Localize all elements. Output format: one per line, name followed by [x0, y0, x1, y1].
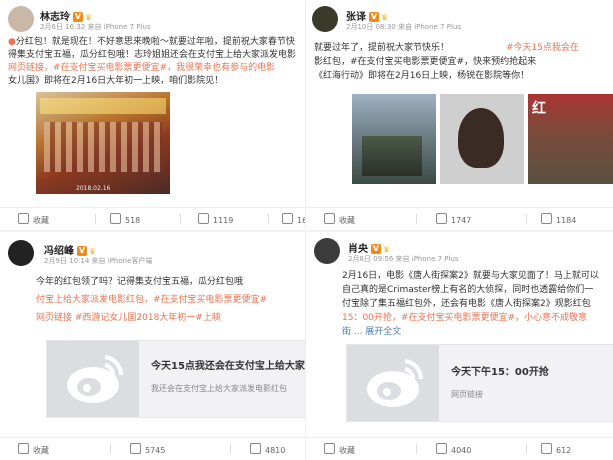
footer-divider [180, 214, 181, 224]
comment-icon [541, 443, 552, 454]
post-meta: 2月9日 10:14 来自 iPhone客户端 [44, 257, 153, 265]
post-card-zhangyi: 张译 V ♛ 2月10日 08:30 来自 iPhone 7 Plus 就要过年了，… [306, 0, 613, 230]
post-footer: 收藏 1747 1184 [306, 207, 613, 230]
post-topic-link[interactable]: #今天15点我会在 [506, 42, 579, 55]
like-button[interactable]: 4810 [250, 443, 285, 455]
share-button[interactable]: 1747 [436, 213, 471, 225]
user-name[interactable]: 张译 V ♛ [346, 8, 388, 23]
post-footer: 收藏 5745 4810 [0, 437, 305, 460]
post-meta: 2月10日 08:30 来自 iPhone 7 Plus [346, 23, 461, 31]
footer-divider [110, 444, 111, 454]
vip-badge-icon: V [369, 12, 379, 22]
share-button[interactable]: 4040 [436, 443, 471, 455]
share-icon [436, 443, 447, 454]
poster-title-art: 红 [532, 101, 546, 117]
post-text-line-2[interactable]: 付宝上给大家派发电影红包，#在支付宝买电影票更便宜# [36, 294, 267, 307]
post-card-xiaoyang: 肖央 V ♛ 2月8日 09:56 来自 iPhone 7 Plus 2月16日，电… [306, 232, 613, 460]
post-text-line-4[interactable]: 15：00开抢，#在支付宝买电影票更便宜#，小心意不成敬意 [342, 312, 587, 325]
link-card-subtitle: 网页链接 [451, 390, 483, 399]
footer-divider [526, 214, 527, 224]
thumbs-up-icon [282, 213, 293, 224]
favorite-button[interactable]: 收藏 [18, 213, 49, 226]
comment-button[interactable]: 612 [541, 443, 571, 455]
post-text-line-3: 《红海行动》即将在2月16日上映，杨锐在影院等你！ [314, 71, 530, 81]
post-text-line-3[interactable]: 网页链接，#在支付宝买电影票更便宜#，我很荣幸也有参与的电影 [8, 62, 275, 75]
movie-still-3[interactable]: 红 [528, 94, 613, 184]
star-icon [324, 213, 335, 224]
post-card-fengshaofeng: 冯绍峰 V ♛ 2月9日 10:14 来自 iPhone客户端 今年的红包领了吗？记… [0, 232, 305, 460]
movie-poster-photo[interactable]: 2018.02.16 [36, 92, 170, 194]
avatar[interactable] [312, 6, 338, 32]
post-text-line-1: 2月16日，电影《唐人街探案2》就要与大家见面了！马上就可以 [342, 271, 599, 281]
favorite-button[interactable]: 收藏 [324, 213, 355, 226]
link-card-title: 今天15点我还会在支付宝上给大家 [151, 361, 305, 372]
user-name[interactable]: 林志玲 V ♛ [40, 8, 92, 23]
link-preview-card[interactable]: 今天下午15：00开抢 网页链接 [346, 344, 613, 422]
post-text-line-2: 自己真的是Crimaster榜上有名的大侦探，同时也透露给你们一 [342, 285, 594, 295]
weibo-logo-icon [47, 341, 139, 417]
movie-still-1[interactable] [352, 94, 436, 184]
share-button[interactable]: 518 [110, 213, 140, 225]
link-card-subtitle: 我还会在支付宝上给大家派发电影红包 [151, 384, 287, 393]
post-text-line-4: 女儿国》即将在2月16日大年初一上映，咱们影院见！ [8, 76, 224, 86]
user-name[interactable]: 肖央 V ♛ [348, 240, 390, 255]
weibo-collage: 林志玲 V ♛ 2月6日 16:32 来自 iPhone 7 Plus ●分红包！就… [0, 0, 613, 460]
crown-icon: ♛ [85, 13, 93, 22]
crown-icon: ♛ [89, 247, 97, 256]
user-name[interactable]: 冯绍峰 V ♛ [44, 242, 96, 257]
avatar[interactable] [8, 6, 34, 32]
post-text-line-2: 影红包，#在支付宝买电影票更便宜#，快来预约抢起来 [314, 57, 537, 67]
post-footer: 收藏 4040 612 [306, 437, 613, 460]
red-packet-icon: ● [8, 37, 16, 47]
footer-divider [526, 444, 527, 454]
post-text-line-3: 付宝除了集五福红包外，还会有电影《唐人街探案2》观影红包 [342, 299, 591, 309]
footer-divider [416, 444, 417, 454]
crown-icon: ♛ [381, 13, 389, 22]
comment-button[interactable]: 1184 [541, 213, 576, 225]
footer-divider [268, 214, 269, 224]
star-icon [18, 213, 29, 224]
share-icon [436, 213, 447, 224]
thumbs-up-icon [250, 443, 261, 454]
post-card-linzhiling: 林志玲 V ♛ 2月6日 16:32 来自 iPhone 7 Plus ●分红包！就… [0, 0, 305, 230]
weibo-logo-icon [347, 345, 439, 421]
vip-badge-icon: V [77, 246, 87, 256]
link-card-title: 今天下午15：00开抢 [451, 367, 549, 378]
footer-divider [230, 444, 231, 454]
footer-divider [416, 214, 417, 224]
link-preview-card[interactable]: 今天15点我还会在支付宝上给大家 我还会在支付宝上给大家派发电影红包 [46, 340, 305, 418]
post-footer: 收藏 518 1119 16 [0, 207, 305, 230]
post-text-line-1: 就要过年了，提前祝大家节快乐！ [314, 43, 450, 53]
post-text-line-3[interactable]: 网页链接 #西游记女儿国2018大年初一#上映 [36, 312, 221, 325]
post-meta: 2月8日 09:56 来自 iPhone 7 Plus [348, 255, 459, 263]
star-icon [324, 443, 335, 454]
expand-full-text-link[interactable]: 街 ... 展开全文 [342, 326, 401, 339]
favorite-button[interactable]: 收藏 [18, 443, 49, 456]
post-text-line-1: 今年的红包领了吗？记得集支付宝五福，瓜分红包哦 [36, 277, 244, 287]
movie-still-2[interactable] [440, 94, 524, 184]
avatar[interactable] [314, 238, 340, 264]
comment-icon [541, 213, 552, 224]
post-text-line-1: ●分红包！就是现在！不好意思来晚啦～就要过年啦，提前祝大家春节快 [8, 37, 295, 47]
comment-button[interactable]: 1119 [198, 213, 233, 225]
vip-badge-icon: V [371, 244, 381, 254]
star-icon [18, 443, 29, 454]
like-button[interactable]: 16 [282, 213, 305, 225]
post-meta: 2月6日 16:32 来自 iPhone 7 Plus [40, 23, 151, 31]
share-icon [130, 443, 141, 454]
comment-icon [198, 213, 209, 224]
crown-icon: ♛ [383, 245, 391, 254]
share-button[interactable]: 5745 [130, 443, 165, 455]
footer-divider [95, 214, 96, 224]
post-text-line-2: 得集支付宝五福，瓜分红包哦！志玲姐姐还会在支付宝上给大家派发电影 [8, 50, 297, 60]
vip-badge-icon: V [73, 12, 83, 22]
favorite-button[interactable]: 收藏 [324, 443, 355, 456]
share-icon [110, 213, 121, 224]
avatar[interactable] [8, 240, 34, 266]
